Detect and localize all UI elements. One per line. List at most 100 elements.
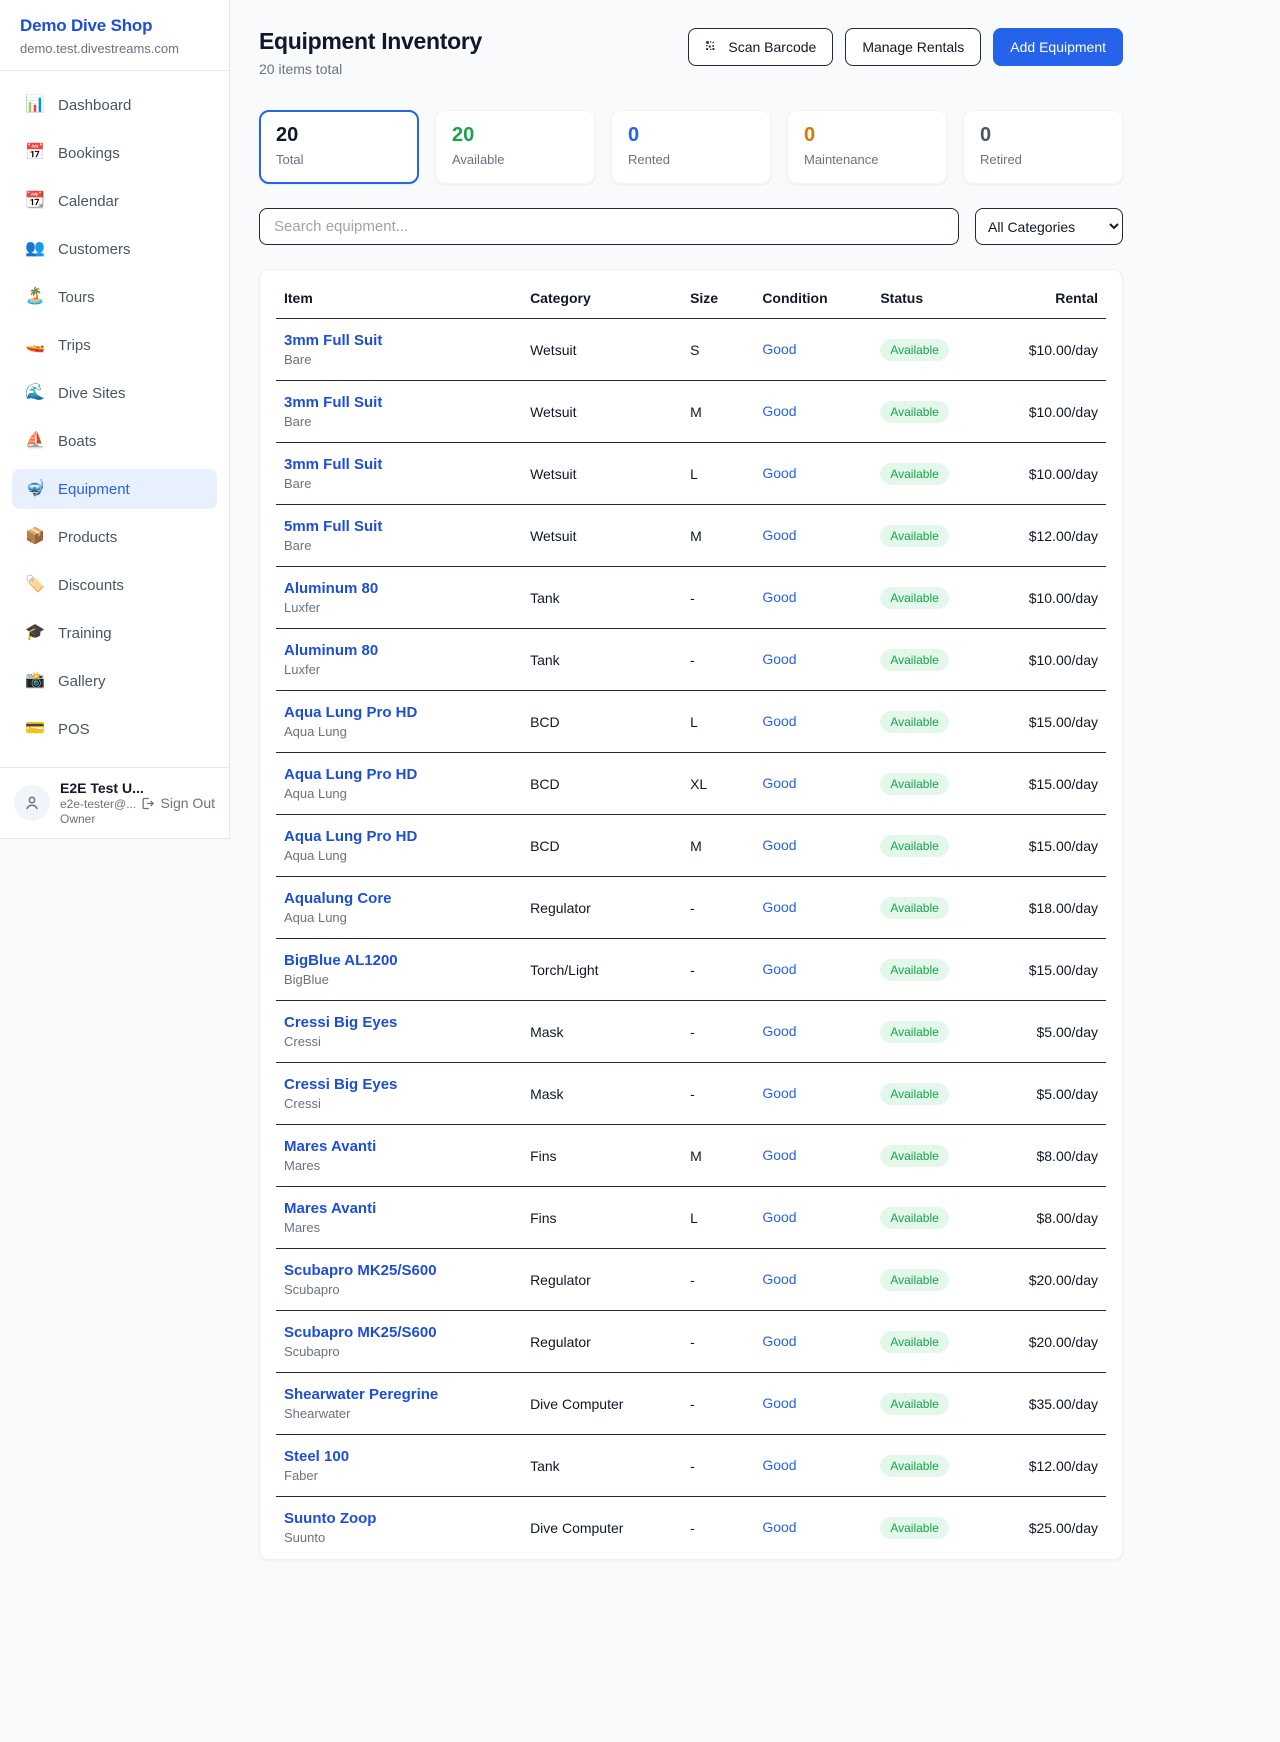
item-name-link[interactable]: Suunto Zoop xyxy=(284,1510,514,1527)
item-name-link[interactable]: Scubapro MK25/S600 xyxy=(284,1262,514,1279)
gallery-icon: 📸 xyxy=(24,673,46,689)
sidebar-item-training[interactable]: 🎓Training xyxy=(12,613,217,653)
sidebar-item-dive-sites[interactable]: 🌊Dive Sites xyxy=(12,373,217,413)
sidebar-item-gallery[interactable]: 📸Gallery xyxy=(12,661,217,701)
item-name-link[interactable]: Cressi Big Eyes xyxy=(284,1076,514,1093)
condition-cell: Good xyxy=(754,877,872,939)
item-name-link[interactable]: 3mm Full Suit xyxy=(284,332,514,349)
condition-link[interactable]: Good xyxy=(762,961,796,977)
condition-link[interactable]: Good xyxy=(762,1333,796,1349)
item-cell: Aqua Lung Pro HDAqua Lung xyxy=(276,815,522,877)
condition-link[interactable]: Good xyxy=(762,403,796,419)
condition-link[interactable]: Good xyxy=(762,775,796,791)
item-name-link[interactable]: Aluminum 80 xyxy=(284,580,514,597)
size-cell: XL xyxy=(682,753,754,815)
sidebar-item-trips[interactable]: 🚤Trips xyxy=(12,325,217,365)
item-name-link[interactable]: Aqua Lung Pro HD xyxy=(284,704,514,721)
add-equipment-button[interactable]: Add Equipment xyxy=(993,28,1123,66)
item-name-link[interactable]: Steel 100 xyxy=(284,1448,514,1465)
sidebar-item-dashboard[interactable]: 📊Dashboard xyxy=(12,85,217,125)
item-name-link[interactable]: Mares Avanti xyxy=(284,1138,514,1155)
scan-barcode-button[interactable]: Scan Barcode xyxy=(688,28,833,66)
condition-cell: Good xyxy=(754,1435,872,1497)
sidebar-item-bookings[interactable]: 📅Bookings xyxy=(12,133,217,173)
item-cell: Aluminum 80Luxfer xyxy=(276,629,522,691)
condition-cell: Good xyxy=(754,1311,872,1373)
item-name-link[interactable]: 3mm Full Suit xyxy=(284,394,514,411)
item-name-link[interactable]: Cressi Big Eyes xyxy=(284,1014,514,1031)
condition-link[interactable]: Good xyxy=(762,1147,796,1163)
sign-out-button[interactable]: Sign Out xyxy=(140,795,215,811)
rental-cell: $35.00/day xyxy=(1021,1373,1106,1435)
condition-link[interactable]: Good xyxy=(762,651,796,667)
item-cell: Scubapro MK25/S600Scubapro xyxy=(276,1249,522,1311)
item-name-link[interactable]: 5mm Full Suit xyxy=(284,518,514,535)
condition-link[interactable]: Good xyxy=(762,1271,796,1287)
condition-link[interactable]: Good xyxy=(762,465,796,481)
item-name-link[interactable]: Shearwater Peregrine xyxy=(284,1386,514,1403)
item-name-link[interactable]: Aqua Lung Pro HD xyxy=(284,828,514,845)
item-name-link[interactable]: Mares Avanti xyxy=(284,1200,514,1217)
condition-link[interactable]: Good xyxy=(762,341,796,357)
sign-out-label: Sign Out xyxy=(161,795,215,811)
condition-link[interactable]: Good xyxy=(762,899,796,915)
item-name-link[interactable]: 3mm Full Suit xyxy=(284,456,514,473)
item-name-link[interactable]: BigBlue AL1200 xyxy=(284,952,514,969)
sidebar-item-products[interactable]: 📦Products xyxy=(12,517,217,557)
status-cell: Available xyxy=(872,753,1020,815)
size-cell: - xyxy=(682,1249,754,1311)
sidebar-item-pos[interactable]: 💳POS xyxy=(12,709,217,749)
sidebar-item-label: Boats xyxy=(58,433,96,450)
size-cell: - xyxy=(682,1435,754,1497)
condition-link[interactable]: Good xyxy=(762,589,796,605)
item-brand: Aqua Lung xyxy=(284,724,514,739)
condition-link[interactable]: Good xyxy=(762,1519,796,1535)
sidebar-item-calendar[interactable]: 📆Calendar xyxy=(12,181,217,221)
category-cell: Fins xyxy=(522,1187,682,1249)
stat-card-rented[interactable]: 0Rented xyxy=(611,110,771,184)
item-name-link[interactable]: Aqua Lung Pro HD xyxy=(284,766,514,783)
condition-link[interactable]: Good xyxy=(762,1209,796,1225)
sidebar-item-equipment[interactable]: 🤿Equipment xyxy=(12,469,217,509)
items-total-subtitle: 20 items total xyxy=(259,61,482,77)
condition-cell: Good xyxy=(754,505,872,567)
stat-card-total[interactable]: 20Total xyxy=(259,110,419,184)
boats-icon: ⛵ xyxy=(24,433,46,449)
condition-link[interactable]: Good xyxy=(762,527,796,543)
sidebar-item-tours[interactable]: 🏝️Tours xyxy=(12,277,217,317)
category-select[interactable]: All Categories xyxy=(975,208,1123,245)
condition-cell: Good xyxy=(754,939,872,1001)
status-badge: Available xyxy=(880,587,948,609)
condition-link[interactable]: Good xyxy=(762,1457,796,1473)
category-cell: BCD xyxy=(522,691,682,753)
size-cell: L xyxy=(682,691,754,753)
equipment-table: ItemCategorySizeConditionStatusRental 3m… xyxy=(276,274,1106,1559)
search-input[interactable] xyxy=(259,208,959,245)
stat-label: Rented xyxy=(628,152,754,167)
condition-link[interactable]: Good xyxy=(762,1395,796,1411)
size-cell: - xyxy=(682,1001,754,1063)
stat-card-available[interactable]: 20Available xyxy=(435,110,595,184)
page-title: Equipment Inventory xyxy=(259,28,482,55)
item-cell: Aqualung CoreAqua Lung xyxy=(276,877,522,939)
sidebar: Demo Dive Shop demo.test.divestreams.com… xyxy=(0,0,230,839)
item-brand: Luxfer xyxy=(284,600,514,615)
condition-link[interactable]: Good xyxy=(762,1085,796,1101)
status-cell: Available xyxy=(872,1001,1020,1063)
condition-link[interactable]: Good xyxy=(762,1023,796,1039)
stat-card-maintenance[interactable]: 0Maintenance xyxy=(787,110,947,184)
sidebar-item-customers[interactable]: 👥Customers xyxy=(12,229,217,269)
status-cell: Available xyxy=(872,1373,1020,1435)
sidebar-item-discounts[interactable]: 🏷️Discounts xyxy=(12,565,217,605)
condition-link[interactable]: Good xyxy=(762,713,796,729)
table-row: BigBlue AL1200BigBlueTorch/Light-GoodAva… xyxy=(276,939,1106,1001)
item-name-link[interactable]: Scubapro MK25/S600 xyxy=(284,1324,514,1341)
item-name-link[interactable]: Aqualung Core xyxy=(284,890,514,907)
filter-row: All Categories xyxy=(259,208,1123,245)
manage-rentals-button[interactable]: Manage Rentals xyxy=(845,28,981,66)
item-name-link[interactable]: Aluminum 80 xyxy=(284,642,514,659)
condition-cell: Good xyxy=(754,381,872,443)
sidebar-item-boats[interactable]: ⛵ Boats xyxy=(12,421,217,461)
stat-card-retired[interactable]: 0Retired xyxy=(963,110,1123,184)
condition-link[interactable]: Good xyxy=(762,837,796,853)
